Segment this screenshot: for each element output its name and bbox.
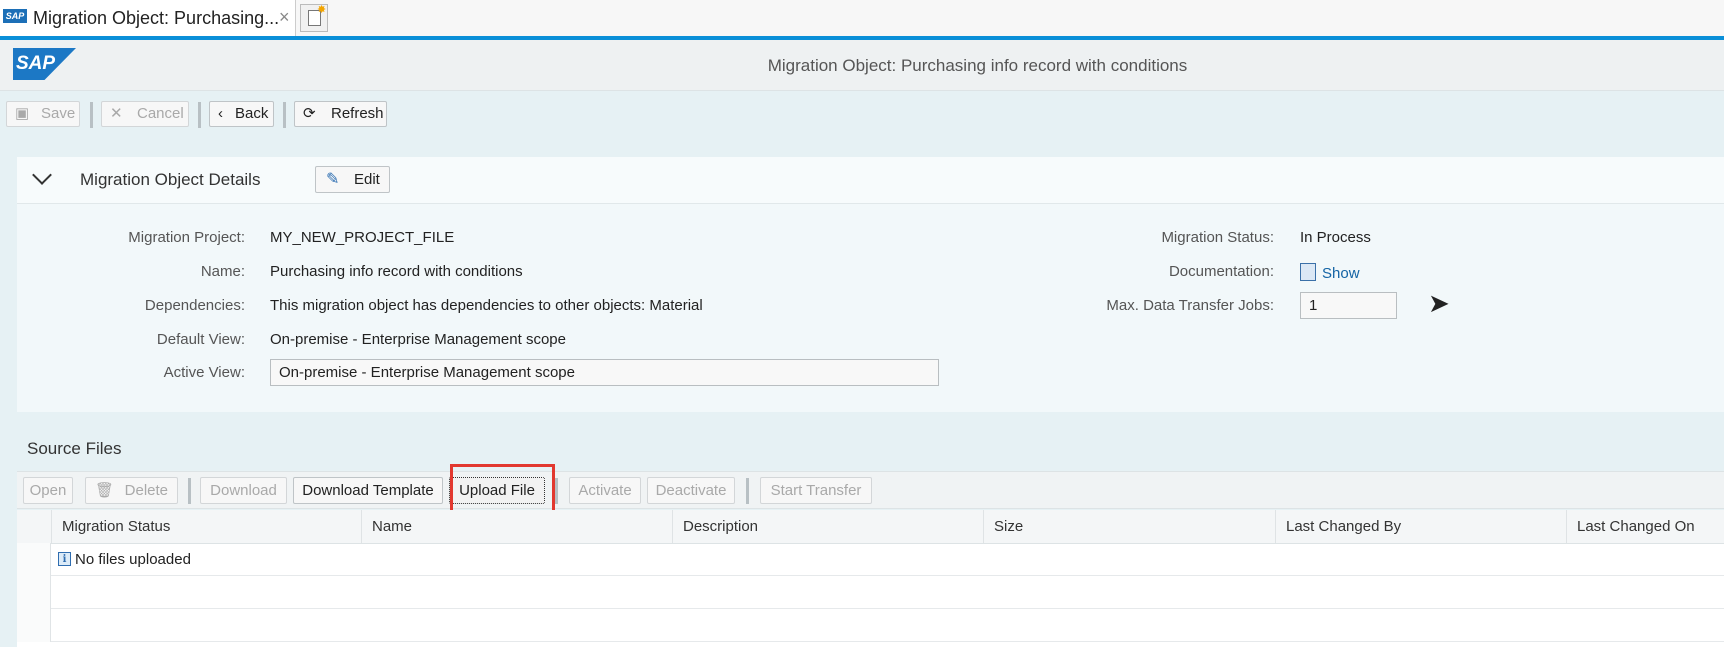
save-button[interactable]: ▣ Save [6,101,80,127]
toolbar-separator [555,478,558,504]
new-tab-button[interactable]: ✸ [300,4,328,32]
page-title: Migration Object: Purchasing info record… [767,56,1188,75]
source-files-toolbar: Open 🗑 Delete Download Download Template… [17,471,1724,509]
row-selector[interactable] [17,543,51,576]
refresh-label: Refresh [331,105,384,122]
open-button[interactable]: Open [23,477,73,504]
pencil-icon: ✎ [326,171,340,188]
field-label-documentation: Documentation: [1168,263,1274,280]
column-header-last-changed-by[interactable]: Last Changed By [1275,510,1566,543]
max-jobs-value: 1 [1309,297,1318,314]
column-header-name[interactable]: Name [361,510,672,543]
field-value-default-view: On-premise - Enterprise Management scope [270,331,566,348]
source-files-table: Migration Status Name Description Size L… [17,510,1724,647]
save-icon: ▣ [15,105,30,122]
documentation-show-link[interactable]: Show [1300,263,1360,282]
refresh-button[interactable]: ⟳ Refresh [294,101,387,127]
delete-button[interactable]: 🗑 Delete [85,477,178,504]
field-label-default-view: Default View: [156,331,245,348]
main-toolbar: ▣ Save ✕ Cancel ‹ Back ⟳ Refresh [0,91,1724,131]
browser-tab-strip: SAP Migration Object: Purchasing... × ✸ [0,0,1724,36]
column-header-last-changed-on[interactable]: Last Changed On [1566,510,1724,543]
field-value-migration-status: In Process [1300,229,1371,246]
table-row [17,609,1724,642]
column-header-size[interactable]: Size [983,510,1275,543]
row-selector[interactable] [17,576,51,609]
field-label-migration-project: Migration Project: [128,229,245,246]
edit-button[interactable]: ✎ Edit [315,166,390,193]
show-link-label: Show [1322,265,1360,282]
sap-favicon-icon: SAP [3,9,27,23]
field-label-migration-status: Migration Status: [1161,229,1274,246]
start-transfer-button[interactable]: Start Transfer [760,477,872,504]
shell-header: SAP Migration Object: Purchasing info re… [0,40,1724,91]
row-selector-header[interactable] [17,510,51,543]
max-jobs-field[interactable]: 1 [1300,292,1397,319]
field-value-name: Purchasing info record with conditions [270,263,523,280]
column-header-description[interactable]: Description [672,510,983,543]
deactivate-button[interactable]: Deactivate [647,477,735,504]
source-files-title: Source Files [27,439,122,458]
column-header-migration-status[interactable]: Migration Status [51,510,361,543]
toolbar-separator [283,102,286,128]
cancel-button[interactable]: ✕ Cancel [101,101,189,127]
back-button[interactable]: ‹ Back [209,101,274,127]
save-label: Save [41,105,76,122]
details-title: Migration Object Details [80,170,261,189]
activate-button[interactable]: Activate [569,477,641,504]
details-header: Migration Object Details ✎ Edit [17,157,1724,204]
close-icon[interactable]: × [279,7,290,28]
document-icon [1300,263,1316,281]
edit-label: Edit [354,171,380,188]
download-template-button[interactable]: Download Template [293,477,443,504]
field-value-dependencies: This migration object has dependencies t… [270,297,703,314]
download-button[interactable]: Download [200,477,287,504]
browser-tab-title: Migration Object: Purchasing... [33,8,280,28]
star-icon: ✸ [317,4,327,16]
field-label-max-jobs: Max. Data Transfer Jobs: [1106,297,1274,314]
cancel-label: Cancel [137,105,184,122]
empty-table-message: No files uploaded [75,551,191,568]
mouse-cursor-icon: ➤ [1428,288,1450,318]
delete-label: Delete [124,482,168,499]
refresh-icon: ⟳ [303,105,316,122]
field-label-name: Name: [200,263,245,280]
toolbar-separator [746,478,749,504]
active-view-value: On-premise - Enterprise Management scope [279,364,575,381]
chevron-down-icon[interactable] [32,165,52,185]
row-selector[interactable] [17,609,51,642]
cancel-icon: ✕ [110,105,123,122]
trash-icon: 🗑 [95,482,115,499]
table-row: i No files uploaded [17,543,1724,576]
toolbar-separator [188,478,191,504]
table-header: Migration Status Name Description Size L… [17,510,1724,544]
chevron-left-icon: ‹ [218,105,223,122]
field-value-migration-project: MY_NEW_PROJECT_FILE [270,229,455,246]
table-row [17,576,1724,609]
field-label-dependencies: Dependencies: [144,297,245,314]
field-label-active-view: Active View: [163,364,245,381]
toolbar-separator [90,102,93,128]
browser-tab[interactable]: SAP Migration Object: Purchasing... × [0,0,296,36]
back-label: Back [235,105,269,122]
info-icon: i [58,552,71,566]
toolbar-separator [198,102,201,128]
upload-file-highlight [450,464,555,516]
active-view-field[interactable]: On-premise - Enterprise Management scope [270,359,939,386]
